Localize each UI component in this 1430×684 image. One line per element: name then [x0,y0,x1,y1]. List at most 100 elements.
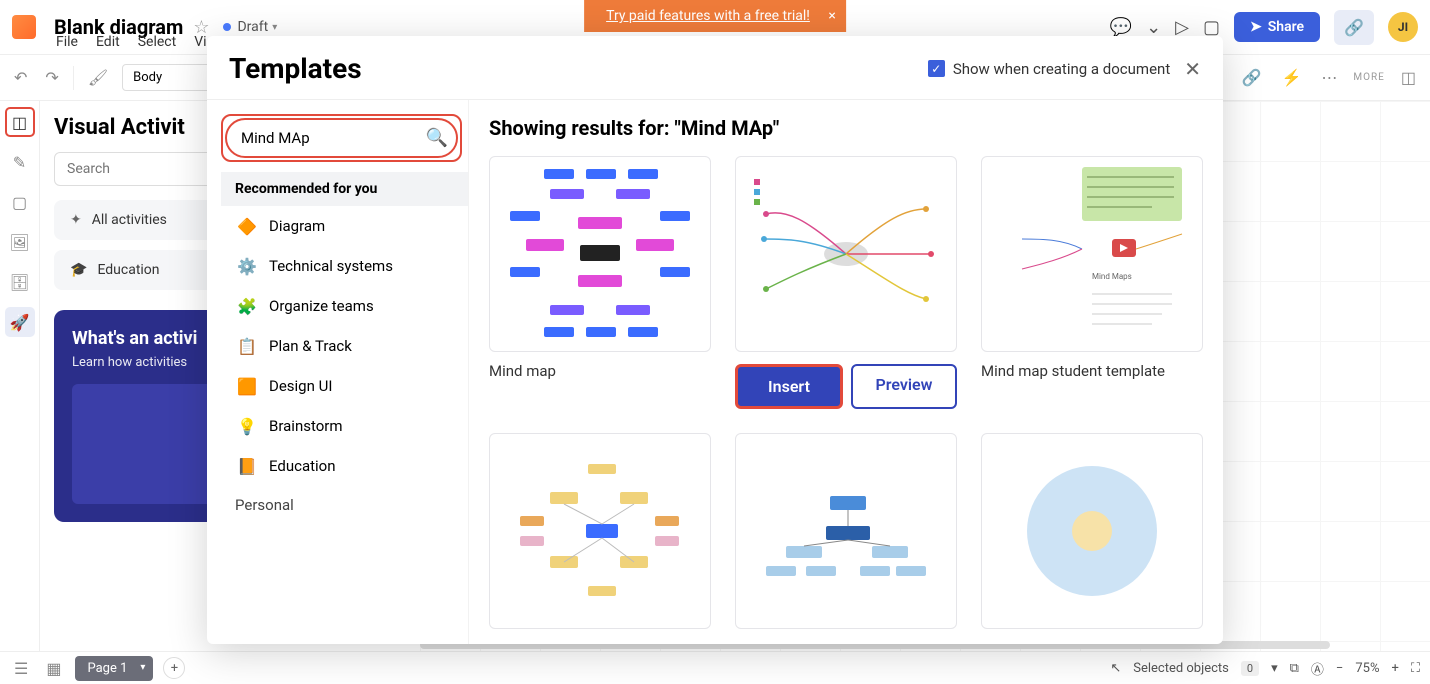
play-icon[interactable]: ▷ [1175,17,1189,38]
template-card-student[interactable]: Mind Maps Mind map student template [981,156,1203,409]
fullscreen-icon[interactable]: ⛶ [1411,661,1420,676]
template-search-input[interactable] [225,118,458,158]
template-label: Mind map [489,362,711,380]
paint-format-icon[interactable]: 🖌 [84,64,112,91]
template-card-row2-3[interactable] [981,433,1203,629]
template-thumb [735,433,957,629]
zoom-level[interactable]: 75% [1355,661,1379,676]
cursor-icon[interactable]: ↖ [1110,661,1121,676]
lightbulb-icon: 💡 [235,414,259,438]
graduation-cap-icon: 🎓 [70,262,87,278]
template-card-row2-2[interactable] [735,433,957,629]
category-education[interactable]: 📙 Education [221,446,468,486]
bottom-right: ↖ Selected objects 0 ▾ ⧉ Ⓐ − 75% + ⛶ [1110,659,1420,678]
chevron-down-icon[interactable]: ⌄ [1146,17,1161,38]
modal-title: Templates [229,52,362,85]
send-icon: ➤ [1250,19,1262,35]
comment-icon[interactable]: 💬 [1110,17,1132,38]
results-header: Showing results for: "Mind MAp" [489,116,1203,140]
close-modal-icon[interactable]: ✕ [1184,57,1201,81]
category-personal[interactable]: Personal [221,486,468,524]
more-label: MORE [1353,72,1384,83]
modal-results: Showing results for: "Mind MAp" [469,100,1223,644]
trial-close-icon[interactable]: × [828,8,835,24]
app-logo-icon [12,15,36,39]
svg-text:Mind Maps: Mind Maps [1092,272,1132,281]
copy-link-button[interactable]: 🔗 [1334,10,1374,45]
more-menu-icon[interactable]: ⋯ [1317,64,1341,91]
preview-button[interactable]: Preview [851,364,957,409]
template-card-row2-1[interactable] [489,433,711,629]
undo-icon[interactable]: ↶ [10,64,31,91]
document-status[interactable]: Draft [237,19,268,35]
category-design[interactable]: 🟧 Design UI [221,366,468,406]
layers-icon[interactable]: ⧉ [1290,661,1299,676]
menu-file[interactable]: File [56,34,78,50]
category-label: Brainstorm [269,417,343,435]
template-card-selected[interactable]: Insert Preview [735,156,957,409]
data-rail-icon[interactable]: 🗄 [5,267,35,297]
panel-toggle-icon[interactable]: ◫ [1397,64,1420,91]
shapes-rail-icon[interactable]: ✎ [5,147,35,177]
chip-education[interactable]: 🎓 Education [54,250,225,290]
templates-rail-icon[interactable]: ◫ [5,107,35,137]
video-icon[interactable]: ▢ [1203,17,1220,38]
zoom-in-button[interactable]: + [1392,661,1399,676]
insert-button[interactable]: Insert [735,364,843,409]
trial-banner-text[interactable]: Try paid features with a free trial! [606,8,810,24]
selected-caret-icon[interactable]: ▾ [1271,661,1278,676]
category-diagram[interactable]: 🔶 Diagram [221,206,468,246]
grid-view-icon[interactable]: ▦ [42,655,65,682]
user-avatar[interactable]: JI [1388,12,1418,42]
bottom-bar: ☰ ▦ Page 1 ▾ + ↖ Selected objects 0 ▾ ⧉ … [0,651,1430,684]
recommended-header: Recommended for you [221,172,468,206]
chip-label: Education [97,262,159,278]
modal-backdrop: Templates ✓ Show when creating a documen… [0,0,1430,684]
redo-icon[interactable]: ↷ [41,64,62,91]
modal-sidebar: 🔍 Recommended for you 🔶 Diagram ⚙️ Techn… [207,100,469,644]
chip-all-activities[interactable]: ✦ All activities [54,200,225,240]
mindmap-curvy-preview-icon [736,157,956,351]
status-dot-icon [223,23,231,31]
zoom-out-button[interactable]: − [1336,661,1343,676]
container-rail-icon[interactable]: ▢ [5,187,35,217]
page-label: Page 1 [87,661,127,676]
page-tab[interactable]: Page 1 ▾ [75,656,153,681]
trial-banner[interactable]: Try paid features with a free trial! × [584,0,846,32]
category-brainstorm[interactable]: 💡 Brainstorm [221,406,468,446]
separator [73,66,74,90]
template-card-mind-map[interactable]: Mind map [489,156,711,409]
accessibility-icon[interactable]: Ⓐ [1311,659,1324,678]
image-rail-icon[interactable]: 🖼 [5,227,35,257]
category-organize[interactable]: 🧩 Organize teams [221,286,468,326]
share-button[interactable]: ➤ Share [1234,12,1320,42]
orange-mindmap-preview-icon [490,434,710,628]
category-label: Education [269,457,336,475]
template-thumb [489,156,711,352]
category-label: Organize teams [269,297,374,315]
category-plan[interactable]: 📋 Plan & Track [221,326,468,366]
sparkle-icon: ✦ [70,212,82,228]
menu-edit[interactable]: Edit [96,34,120,50]
show-on-create-checkbox[interactable]: ✓ Show when creating a document [928,60,1170,78]
avatar-initials: JI [1398,20,1408,34]
page-caret-icon: ▾ [140,662,145,673]
menu-bar: File Edit Select Vi [56,34,207,50]
rocket-rail-icon[interactable]: 🚀 [5,307,35,337]
student-template-preview-icon: Mind Maps [982,157,1202,351]
category-technical[interactable]: ⚙️ Technical systems [221,246,468,286]
menu-view[interactable]: Vi [194,34,206,50]
templates-modal: Templates ✓ Show when creating a documen… [207,36,1223,644]
template-search-wrap: 🔍 [221,114,462,162]
diagram-icon: 🔶 [235,214,259,238]
share-label: Share [1268,19,1304,35]
template-thumb [981,433,1203,629]
link-tool-icon[interactable]: 🔗 [1238,64,1266,91]
menu-select[interactable]: Select [138,34,176,50]
book-icon: 📙 [235,454,259,478]
add-page-button[interactable]: + [163,657,185,679]
status-caret-icon[interactable]: ▾ [272,22,277,33]
template-label: Mind map student template [981,362,1203,380]
action-icon[interactable]: ⚡ [1277,64,1305,91]
list-view-icon[interactable]: ☰ [10,655,32,682]
